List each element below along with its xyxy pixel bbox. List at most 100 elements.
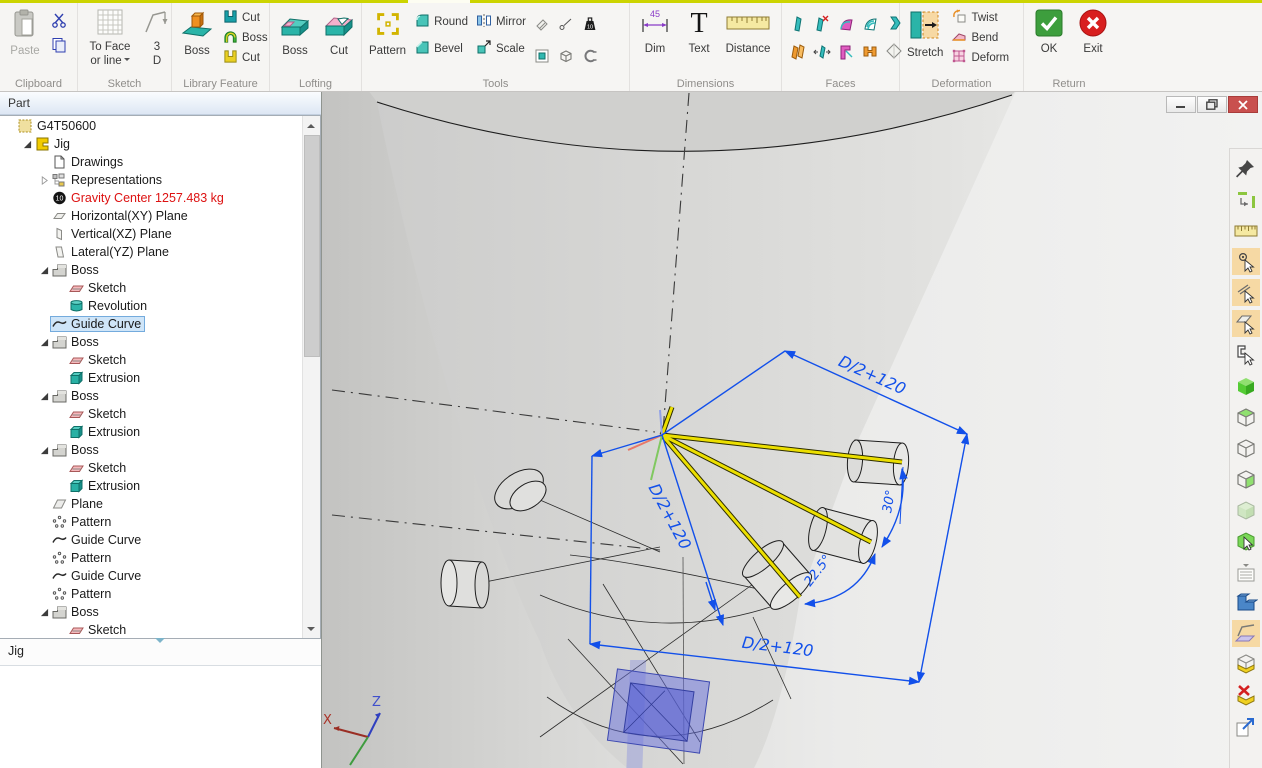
tree-item-sketch[interactable]: Sketch	[0, 351, 303, 369]
nozzle-left[interactable]	[441, 560, 489, 608]
expand-arrow-icon[interactable]	[38, 570, 50, 582]
expand-arrow-icon[interactable]	[38, 534, 50, 546]
expand-arrow-icon[interactable]	[55, 282, 67, 294]
eraser-button[interactable]	[532, 12, 552, 36]
expand-arrow-icon[interactable]	[38, 552, 50, 564]
ok-button[interactable]: OK	[1029, 6, 1069, 58]
face-fillet-icon-button[interactable]	[835, 11, 857, 35]
tree-item-lateral-yz-plane[interactable]: Lateral(YZ) Plane	[0, 243, 303, 261]
view-shaded-icon[interactable]	[1232, 372, 1260, 399]
tree-item-sketch[interactable]: Sketch	[0, 279, 303, 297]
lofting-boss-button[interactable]: Boss	[275, 6, 315, 60]
view-hidden-line-icon[interactable]	[1232, 434, 1260, 461]
select-edge-icon[interactable]	[1232, 279, 1260, 306]
sketch-3d-button[interactable]: 3 D	[141, 6, 173, 71]
tree-item-guide-curve[interactable]: Guide Curve	[0, 567, 303, 585]
expand-arrow-icon[interactable]	[38, 516, 50, 528]
face-move-icon-button[interactable]	[811, 39, 833, 63]
model-viewport[interactable]: D/2+120 D/2+120 D/2+120 30° 22.5°	[322, 92, 1262, 768]
restore-button[interactable]	[1197, 96, 1227, 113]
tree-item-sketch[interactable]: Sketch	[0, 621, 303, 639]
distance-button[interactable]: Distance	[723, 6, 773, 58]
view-wireframe-side-icon[interactable]	[1232, 465, 1260, 492]
tree-item-boss[interactable]: Boss	[0, 261, 303, 279]
bend-button[interactable]: Bend	[949, 28, 1011, 47]
workpiece-icon[interactable]	[1232, 651, 1260, 678]
tree-item-g4t50600[interactable]: G4T50600	[0, 117, 303, 135]
expand-arrow-icon[interactable]	[38, 606, 50, 618]
tree-item-vertical-xz-plane[interactable]: Vertical(XZ) Plane	[0, 225, 303, 243]
pattern-button[interactable]: Pattern	[367, 6, 408, 60]
face-copy-icon-button[interactable]	[787, 39, 809, 63]
view-list-icon[interactable]	[1232, 558, 1260, 585]
scale-button[interactable]: Scale	[474, 39, 528, 58]
select-body-icon[interactable]	[1232, 341, 1260, 368]
tree-item-plane[interactable]: Plane	[0, 495, 303, 513]
tree-item-extrusion[interactable]: Extrusion	[0, 423, 303, 441]
tree-item-pattern[interactable]: Pattern	[0, 513, 303, 531]
expand-arrow-icon[interactable]	[55, 372, 67, 384]
wire-cube-button[interactable]	[556, 44, 576, 68]
scrollbar-thumb[interactable]	[304, 135, 320, 357]
tree-item-sketch[interactable]: Sketch	[0, 459, 303, 477]
tree-scrollbar[interactable]	[302, 116, 320, 638]
round-button[interactable]: Round	[412, 12, 470, 31]
scroll-up-icon[interactable]	[303, 117, 319, 133]
tree-item-revolution[interactable]: Revolution	[0, 297, 303, 315]
expand-arrow-icon[interactable]	[55, 480, 67, 492]
weight-button[interactable]: 10	[580, 12, 600, 36]
cut-button[interactable]	[49, 8, 69, 32]
sketch-to-face-button[interactable]: To Face or line	[83, 6, 137, 71]
exit-workspace-icon[interactable]	[1232, 713, 1260, 740]
workpiece-delete-icon[interactable]	[1232, 682, 1260, 709]
close-button[interactable]	[1228, 96, 1258, 113]
expand-arrow-icon[interactable]	[38, 174, 50, 186]
tree-item-extrusion[interactable]: Extrusion	[0, 369, 303, 387]
text-button[interactable]: T Text	[679, 6, 719, 58]
expand-arrow-icon[interactable]	[38, 390, 50, 402]
library-cut-button[interactable]: Cut	[221, 8, 270, 27]
expand-arrow-icon[interactable]	[38, 264, 50, 276]
copy-button[interactable]	[49, 33, 69, 57]
tree-item-sketch[interactable]: Sketch	[0, 405, 303, 423]
tree-item-pattern[interactable]: Pattern	[0, 549, 303, 567]
face-delete-icon-button[interactable]	[811, 11, 833, 35]
expand-arrow-icon[interactable]	[21, 138, 33, 150]
tree-item-boss[interactable]: Boss	[0, 333, 303, 351]
expand-arrow-icon[interactable]	[55, 300, 67, 312]
minimize-button[interactable]	[1166, 96, 1196, 113]
face-patch-icon-button[interactable]	[835, 39, 857, 63]
tree-item-boss[interactable]: Boss	[0, 441, 303, 459]
tree-item-boss[interactable]: Boss	[0, 387, 303, 405]
expand-arrow-icon[interactable]	[38, 498, 50, 510]
expand-arrow-icon[interactable]	[38, 336, 50, 348]
lofting-cut-button[interactable]: Cut	[319, 6, 359, 60]
expand-arrow-icon[interactable]	[55, 462, 67, 474]
tree-item-representations[interactable]: Representations	[0, 171, 303, 189]
expand-arrow-icon[interactable]	[38, 588, 50, 600]
framed-surface-button[interactable]	[532, 44, 552, 68]
expand-arrow-icon[interactable]	[38, 318, 50, 330]
expand-arrow-icon[interactable]	[55, 624, 67, 636]
clamp-button[interactable]	[580, 44, 600, 68]
expand-arrow-icon[interactable]	[38, 228, 50, 240]
tree-item-drawings[interactable]: Drawings	[0, 153, 303, 171]
expand-arrow-icon[interactable]	[38, 192, 50, 204]
point-line-button[interactable]	[556, 12, 576, 36]
tree-item-guide-curve[interactable]: Guide Curve	[0, 315, 303, 333]
active-body-bar[interactable]: Jig	[0, 639, 321, 666]
view-translucent-icon[interactable]	[1232, 496, 1260, 523]
exit-button[interactable]: Exit	[1073, 6, 1113, 58]
scene-3d[interactable]: D/2+120 D/2+120 D/2+120 30° 22.5°	[322, 92, 1262, 768]
tree-item-horizontal-xy-plane[interactable]: Horizontal(XY) Plane	[0, 207, 303, 225]
tree-item-guide-curve[interactable]: Guide Curve	[0, 531, 303, 549]
face-offset-icon-button[interactable]	[787, 11, 809, 35]
dim-button[interactable]: 45 Dim	[635, 6, 675, 58]
expand-arrow-icon[interactable]	[38, 444, 50, 456]
library-boss-arch-button[interactable]: Boss	[221, 28, 270, 47]
tree-item-jig[interactable]: Jig	[0, 135, 303, 153]
tree-item-pattern[interactable]: Pattern	[0, 585, 303, 603]
reorient-icon[interactable]	[1232, 186, 1260, 213]
splitter-arrow-icon[interactable]	[155, 638, 165, 648]
expand-arrow-icon[interactable]	[38, 156, 50, 168]
